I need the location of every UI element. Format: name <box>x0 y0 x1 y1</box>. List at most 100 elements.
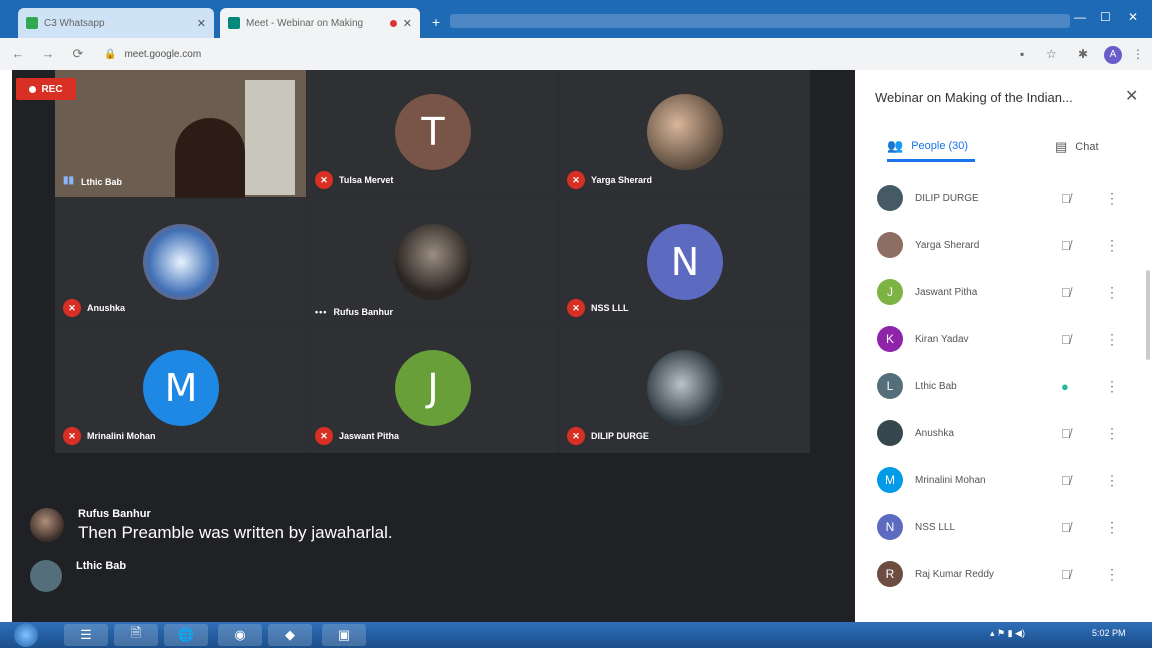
close-window-button[interactable]: ✕ <box>1128 10 1138 24</box>
more-options-icon[interactable]: ⋮ <box>1105 566 1119 583</box>
avatar <box>877 185 903 211</box>
list-item[interactable]: J Jaswant Pitha 🎙̸ ⋮ <box>855 272 1152 312</box>
mic-off-icon: ✕ <box>567 427 585 445</box>
taskbar-app-button[interactable]: ▣ <box>322 624 366 646</box>
mic-off-icon[interactable]: 🎙̸ <box>1061 191 1071 206</box>
mic-off-icon: ✕ <box>63 299 81 317</box>
mic-off-icon[interactable]: 🎙̸ <box>1061 473 1071 488</box>
start-button[interactable] <box>14 623 38 647</box>
more-options-icon[interactable]: ⋮ <box>1105 425 1119 442</box>
browser-toolbar: ← → ⟳ 🔒 meet.google.com ▪ ☆ ✱ ⋮ <box>0 38 1152 70</box>
participant-name: ✕ Jaswant Pitha <box>315 427 399 445</box>
participant-tile[interactable]: M ✕ Mrinalini Mohan <box>55 326 306 453</box>
star-icon[interactable]: ☆ <box>1046 44 1057 64</box>
caption-avatar <box>30 508 64 542</box>
recording-dot-icon <box>29 85 37 93</box>
participant-name: Mrinalini Mohan <box>915 474 986 486</box>
avatar <box>877 420 903 446</box>
tab-people[interactable]: 👥 People (30) <box>887 132 975 162</box>
close-tab-icon[interactable]: ✕ <box>197 17 206 30</box>
minimize-button[interactable]: — <box>1074 10 1086 24</box>
screen: C3 Whatsapp ✕ Meet - Webinar on Making ✕… <box>0 0 1152 648</box>
taskbar-app-button[interactable]: ◆ <box>268 624 312 646</box>
participant-name: ✕ Tulsa Mervet <box>315 171 393 189</box>
tab-chat[interactable]: ▤ Chat <box>1055 132 1125 162</box>
avatar: N <box>877 514 903 540</box>
list-item[interactable]: N NSS LLL 🎙̸ ⋮ <box>855 507 1152 547</box>
browser-tab-whatsapp[interactable]: C3 Whatsapp ✕ <box>18 8 214 38</box>
audio-level-icon: ▮▮ <box>63 175 75 186</box>
list-item[interactable]: DILIP DURGE 🎙̸ ⋮ <box>855 178 1152 218</box>
avatar: J <box>395 350 471 426</box>
caption-speaker: Lthic Bab <box>76 560 127 572</box>
mic-off-icon[interactable]: 🎙̸ <box>1061 238 1071 253</box>
camera-indicator-icon[interactable]: ▪ <box>1020 44 1024 64</box>
panel-scrollbar[interactable] <box>1146 270 1150 360</box>
participant-tile[interactable]: J ✕ Jaswant Pitha <box>307 326 558 453</box>
more-options-icon[interactable]: ⋮ <box>1105 472 1119 489</box>
avatar <box>143 224 219 300</box>
avatar: L <box>877 373 903 399</box>
caption-entry: Lthic Bab <box>30 560 126 592</box>
list-item[interactable]: R Raj Kumar Reddy 🎙̸ ⋮ <box>855 554 1152 594</box>
participant-name: ••• Rufus Banhur <box>315 307 393 317</box>
more-options-icon[interactable]: ⋮ <box>1105 331 1119 348</box>
participant-tile[interactable]: ✕ Anushka <box>55 198 306 325</box>
avatar <box>877 232 903 258</box>
close-icon[interactable]: ✕ <box>1125 86 1138 106</box>
back-icon[interactable]: ← <box>6 42 30 66</box>
mic-off-icon: ✕ <box>567 299 585 317</box>
participant-tile[interactable]: ✕ DILIP DURGE <box>559 326 810 453</box>
participant-name: NSS LLL <box>915 521 956 533</box>
mic-off-icon[interactable]: 🎙̸ <box>1061 285 1071 300</box>
reload-icon[interactable]: ⟳ <box>66 42 90 66</box>
new-tab-button[interactable]: + <box>428 14 444 30</box>
avatar <box>647 94 723 170</box>
participant-tile[interactable]: N ✕ NSS LLL <box>559 198 810 325</box>
avatar: M <box>143 350 219 426</box>
list-item[interactable]: M Mrinalini Mohan 🎙̸ ⋮ <box>855 460 1152 500</box>
participant-tile[interactable]: ▮▮ Lthic Bab <box>55 70 306 198</box>
participant-name: ✕ NSS LLL <box>567 299 629 317</box>
list-item[interactable]: K Kiran Yadav 🎙̸ ⋮ <box>855 319 1152 359</box>
tab-title: Meet - Webinar on Making <box>246 17 364 29</box>
browser-tab-meet[interactable]: Meet - Webinar on Making ✕ <box>220 8 420 38</box>
mic-off-icon[interactable]: 🎙̸ <box>1061 567 1071 582</box>
participant-tile[interactable]: ✕ Yarga Sherard <box>559 70 810 197</box>
avatar: M <box>877 467 903 493</box>
system-clock[interactable]: 5:02 PM <box>1092 628 1126 638</box>
caption-speaker: Rufus Banhur <box>78 508 151 520</box>
participant-tile[interactable]: T ✕ Tulsa Mervet <box>307 70 558 197</box>
profile-avatar[interactable]: A <box>1104 46 1122 64</box>
list-item[interactable]: L Lthic Bab ● ⋮ <box>855 366 1152 406</box>
more-options-icon[interactable]: ⋮ <box>1105 378 1119 395</box>
more-options-icon[interactable]: ⋮ <box>1105 190 1119 207</box>
maximize-button[interactable]: ☐ <box>1100 10 1111 24</box>
taskbar-app-button[interactable]: 🗎 <box>114 624 158 646</box>
address-bar[interactable]: 🔒 meet.google.com <box>104 43 1004 65</box>
mic-off-icon[interactable]: 🎙̸ <box>1061 520 1071 535</box>
close-tab-icon[interactable]: ✕ <box>403 17 412 30</box>
list-item[interactable]: Anushka 🎙̸ ⋮ <box>855 413 1152 453</box>
panel-title: Webinar on Making of the Indian... <box>875 90 1073 105</box>
tray-icons[interactable]: ▴ ⚑ ▮ ◀) <box>990 628 1025 639</box>
participant-tile[interactable]: ••• Rufus Banhur <box>307 198 558 325</box>
mic-off-icon[interactable]: 🎙̸ <box>1061 332 1071 347</box>
audio-level-icon[interactable]: ● <box>1061 379 1069 394</box>
forward-icon[interactable]: → <box>36 42 60 66</box>
participant-name: ✕ Mrinalini Mohan <box>63 427 156 445</box>
list-item[interactable]: Yarga Sherard 🎙̸ ⋮ <box>855 225 1152 265</box>
mic-off-icon: ✕ <box>315 427 333 445</box>
taskbar-app-button[interactable]: ☰ <box>64 624 108 646</box>
participant-name: ▮▮ Lthic Bab <box>63 175 123 187</box>
participant-name: Lthic Bab <box>915 380 957 392</box>
mic-off-icon[interactable]: 🎙̸ <box>1061 426 1071 441</box>
more-options-icon[interactable]: ⋮ <box>1105 284 1119 301</box>
more-options-icon[interactable]: ⋮ <box>1105 237 1119 254</box>
extensions-icon[interactable]: ✱ <box>1078 44 1088 64</box>
taskbar-app-button[interactable]: ◉ <box>218 624 262 646</box>
menu-icon[interactable]: ⋮ <box>1132 44 1144 64</box>
browser-tabstrip: C3 Whatsapp ✕ Meet - Webinar on Making ✕… <box>0 0 1152 38</box>
more-options-icon[interactable]: ⋮ <box>1105 519 1119 536</box>
taskbar-app-button[interactable]: 🌐 <box>164 624 208 646</box>
